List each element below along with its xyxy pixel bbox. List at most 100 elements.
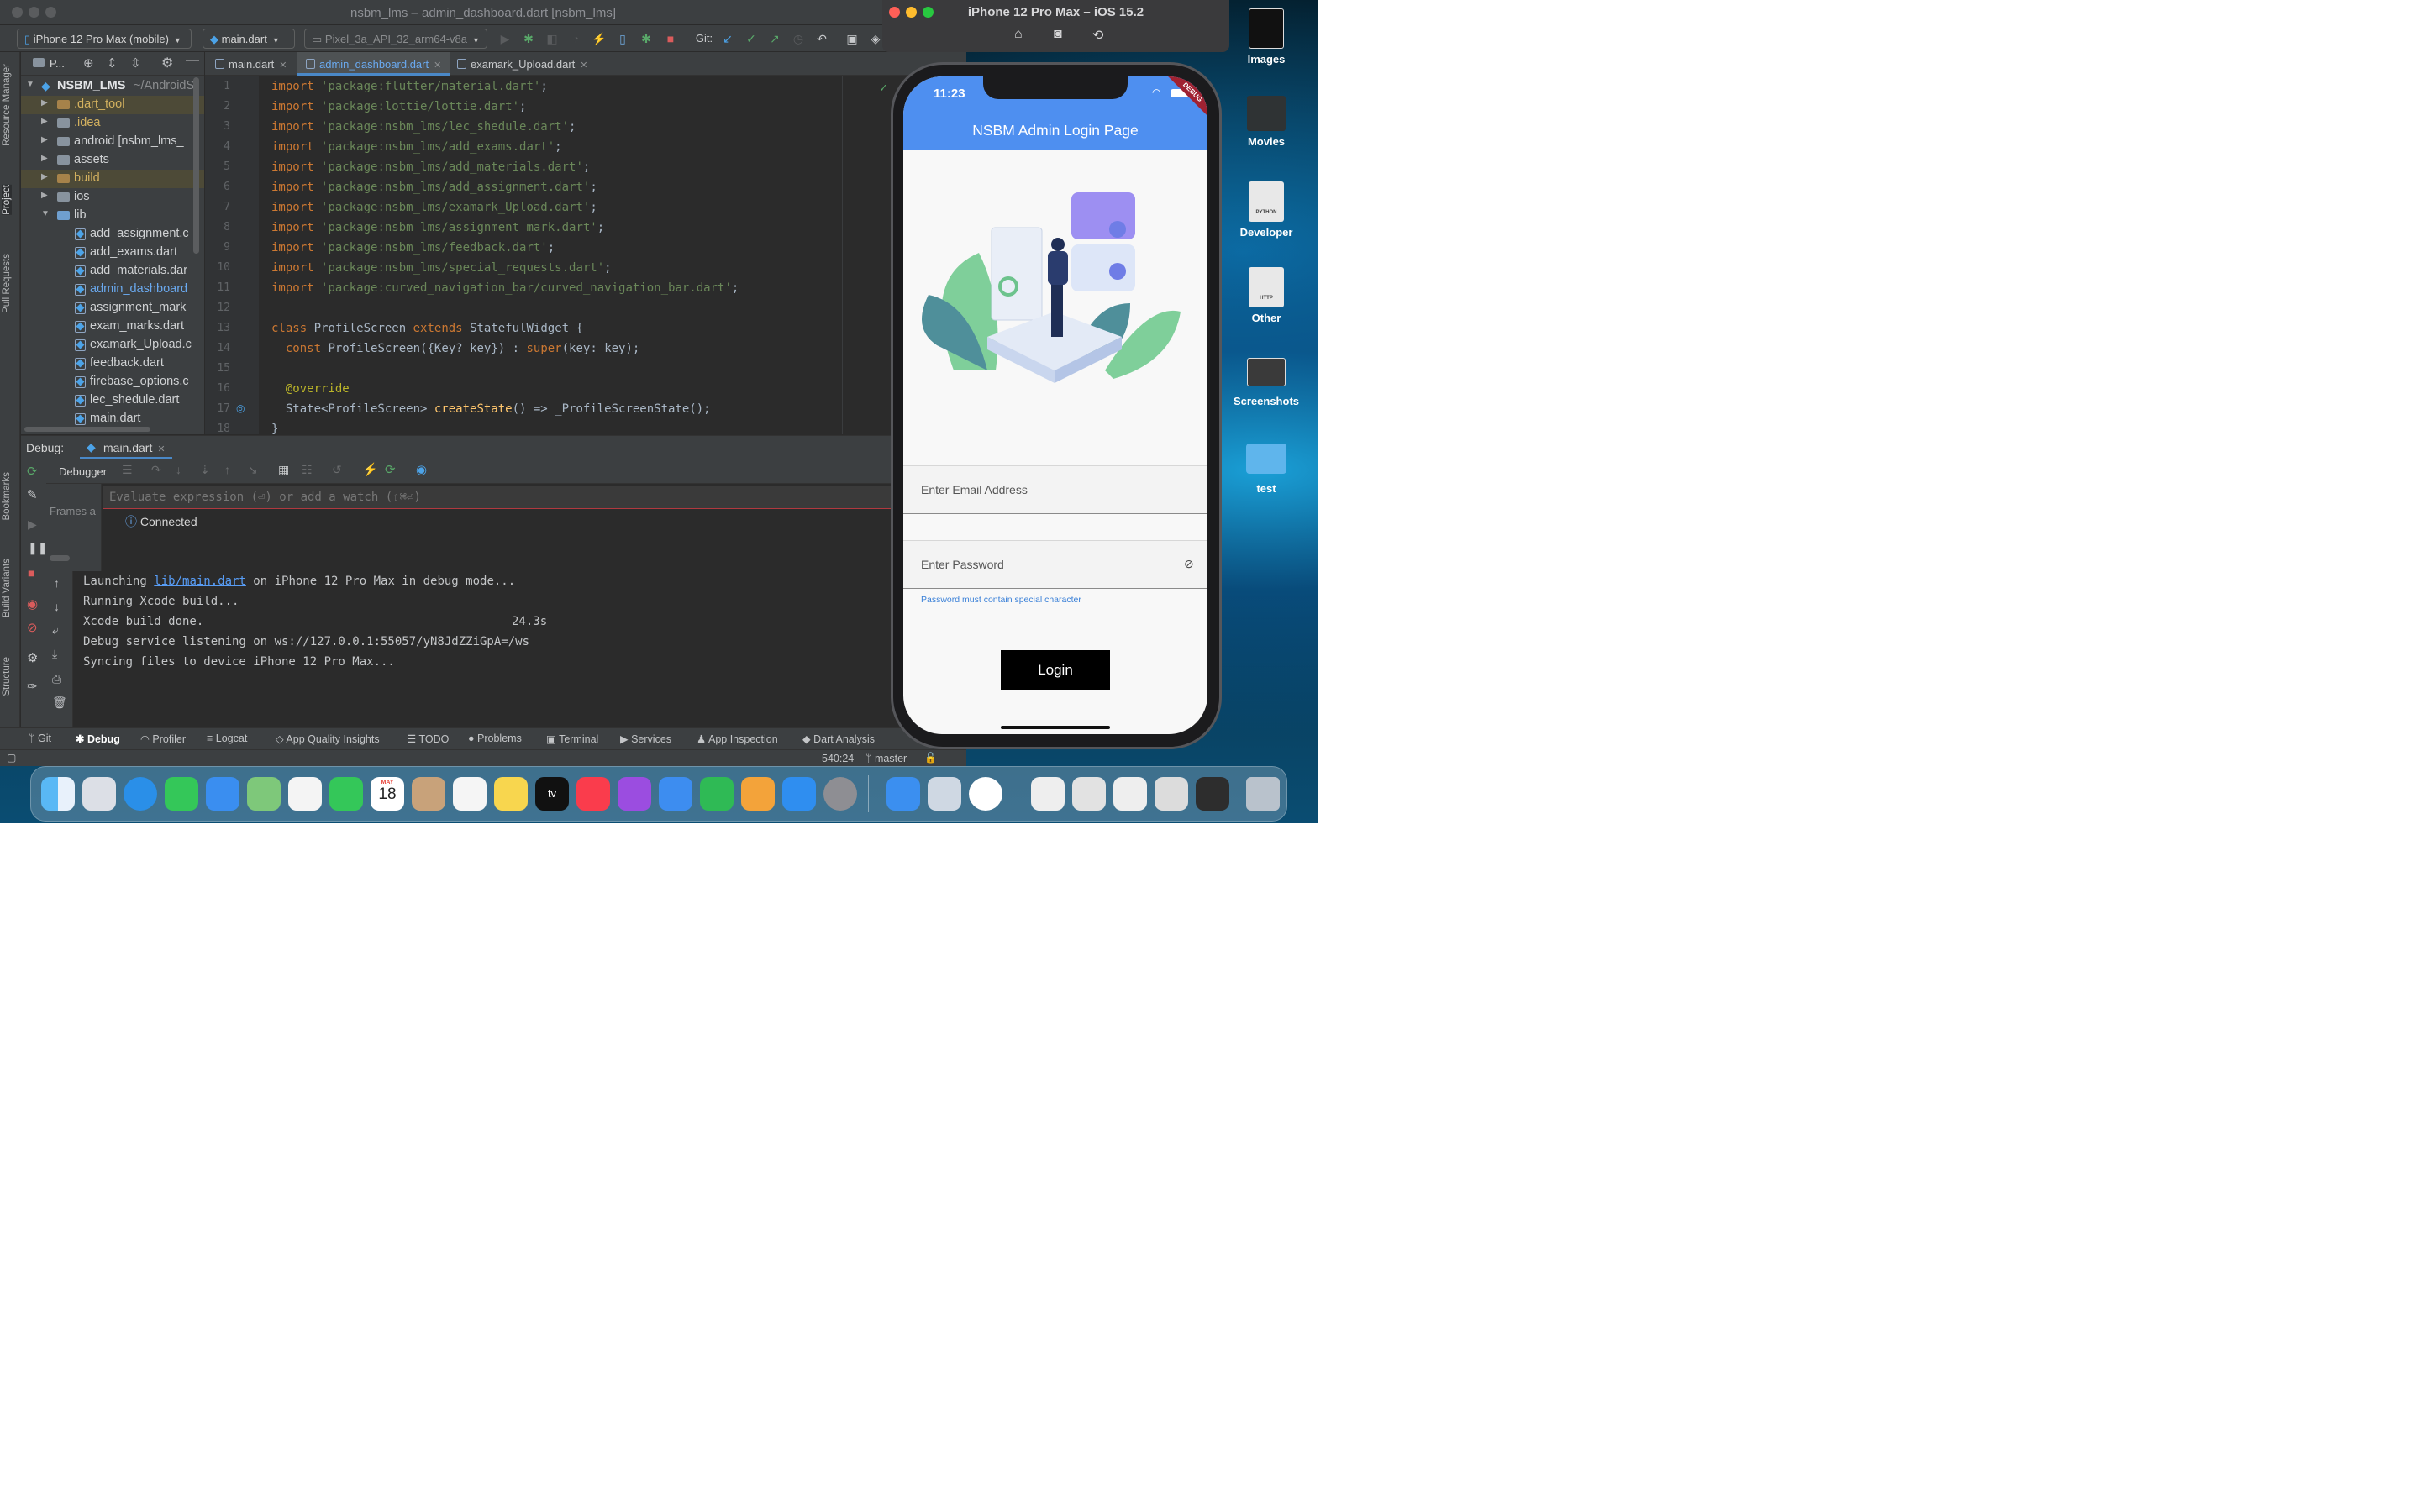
step-over-icon[interactable]: ↷ <box>151 463 161 477</box>
trash-icon[interactable] <box>1246 777 1280 811</box>
home-indicator[interactable] <box>1001 726 1110 729</box>
tool-tab-problems[interactable]: ● Problems <box>468 732 522 744</box>
tab-admin-dashboard[interactable]: admin_dashboard.dart ✕ <box>297 52 450 76</box>
devtools-icon[interactable]: ◉ <box>416 462 427 477</box>
tree-row-assets[interactable]: ▶ assets <box>21 151 204 170</box>
hot-reload-icon[interactable]: ⚡ <box>592 31 607 46</box>
resource-manager-tab[interactable]: Resource Manager <box>2 64 12 146</box>
bookmarks-tab[interactable]: Bookmarks <box>2 472 12 521</box>
messages-icon[interactable] <box>165 777 198 811</box>
tool-tab-app-inspection[interactable]: ♟ App Inspection <box>697 732 778 745</box>
scroll-down-icon[interactable]: ↓ <box>54 600 60 613</box>
close-icon[interactable]: ✕ <box>434 60 441 71</box>
preview-icon[interactable] <box>928 777 961 811</box>
project-scrollbar[interactable] <box>193 77 199 254</box>
tool-tab-terminal[interactable]: ▣ Terminal <box>546 732 598 745</box>
visibility-off-icon[interactable]: ⊘ <box>1184 557 1194 571</box>
trace-icon[interactable]: ☷ <box>302 463 313 477</box>
tool-tab-git[interactable]: ᛘ Git <box>29 732 51 744</box>
tree-row-root[interactable]: ▼ ◆ NSBM_LMS ~/AndroidS <box>21 77 204 96</box>
scroll-up-icon[interactable]: ↑ <box>54 576 60 590</box>
git-update-icon[interactable]: ↙ <box>720 31 735 46</box>
contacts-icon[interactable] <box>412 777 445 811</box>
tree-row-android[interactable]: ▶ android [nsbm_lms_ <box>21 133 204 151</box>
rotate-icon[interactable]: ⟲ <box>1092 27 1103 44</box>
notes-icon[interactable] <box>494 777 528 811</box>
tool-tab-app-quality[interactable]: ◇ App Quality Insights <box>276 732 380 745</box>
debug-attach-icon[interactable]: ✱ <box>639 31 654 46</box>
file-row[interactable]: assignment_mark <box>21 299 204 318</box>
hide-panel-icon[interactable]: — <box>186 53 199 68</box>
desktop-item-images[interactable]: Images <box>1228 8 1304 66</box>
force-step-into-icon[interactable]: ⇣ <box>200 463 210 477</box>
music-icon[interactable] <box>576 777 610 811</box>
reset-frame-icon[interactable]: ↺ <box>332 463 342 477</box>
project-view-selector[interactable]: P... <box>50 57 65 70</box>
numbers-icon[interactable] <box>700 777 734 811</box>
attach-icon[interactable]: ◧ <box>544 31 560 46</box>
gear-icon[interactable]: ⚙ <box>27 650 38 665</box>
debug-bug-icon[interactable]: ✱ <box>521 31 536 46</box>
scroll-to-end-icon[interactable]: ⤓ <box>52 647 57 661</box>
debugger-tab[interactable]: Debugger <box>59 465 107 478</box>
tree-row-idea[interactable]: ▶ .idea <box>21 114 204 133</box>
close-icon[interactable]: ✕ <box>580 60 587 71</box>
crosshair-icon[interactable]: ⊕ <box>83 55 94 71</box>
pages-icon[interactable] <box>741 777 775 811</box>
expand-all-icon[interactable]: ⇕ <box>107 55 118 71</box>
run-icon[interactable]: ▶ <box>497 31 513 46</box>
file-row[interactable]: feedback.dart <box>21 354 204 373</box>
project-tab[interactable]: Project <box>2 185 12 215</box>
close-icon[interactable]: ✕ <box>157 444 165 454</box>
calendar-icon[interactable]: MAY 18 <box>371 777 404 811</box>
structure-tab[interactable]: Structure <box>2 657 12 696</box>
android-studio-icon[interactable] <box>969 777 1002 811</box>
panel-toggle-icon[interactable]: ▢ <box>7 752 16 764</box>
desktop-item-other[interactable]: HTTP Other <box>1228 267 1304 324</box>
podcasts-icon[interactable] <box>618 777 651 811</box>
stop-icon[interactable]: ■ <box>663 31 678 46</box>
stop-icon[interactable]: ■ <box>28 566 34 580</box>
caret-position[interactable]: 540:24 <box>822 753 854 764</box>
recent-document-icon[interactable] <box>1072 777 1106 811</box>
screenshot-icon[interactable]: ◙ <box>1054 27 1062 42</box>
tool-tab-todo[interactable]: ☰ TODO <box>407 732 449 745</box>
layout-icon[interactable]: ☰ <box>122 463 133 477</box>
xcode-icon[interactable] <box>886 777 920 811</box>
sdk-manager-icon[interactable]: ◈ <box>868 31 883 46</box>
system-preferences-icon[interactable] <box>823 777 857 811</box>
pin-icon[interactable]: ✑ <box>27 679 38 694</box>
tool-tab-debug[interactable]: ✱ Debug <box>76 732 120 745</box>
desktop-item-test[interactable]: test <box>1228 444 1304 495</box>
email-field[interactable]: Enter Email Address <box>903 465 1207 514</box>
file-row[interactable]: main.dart <box>21 410 204 428</box>
hot-reload-icon[interactable]: ⚡ <box>362 462 378 477</box>
git-push-icon[interactable]: ↗ <box>767 31 782 46</box>
emulator-selector[interactable]: ▭ Pixel_3a_API_32_arm64-v8a ▼ <box>304 29 487 49</box>
file-row[interactable]: add_assignment.c <box>21 225 204 244</box>
view-breakpoints-icon[interactable]: ◉ <box>27 596 38 612</box>
file-row[interactable]: exam_marks.dart <box>21 318 204 336</box>
maps-icon[interactable] <box>247 777 281 811</box>
tree-row-ios[interactable]: ▶ ios <box>21 188 204 207</box>
desktop-item-developer[interactable]: PYTHON Developer <box>1228 181 1304 239</box>
inspection-ok-icon[interactable]: ✓ <box>879 81 888 95</box>
device-selector[interactable]: ▯ iPhone 12 Pro Max (mobile) ▼ <box>17 29 192 49</box>
trash-icon[interactable]: 🗑 <box>52 696 67 710</box>
lock-icon[interactable]: 🔓 <box>924 752 937 764</box>
file-row[interactable]: examark_Upload.c <box>21 336 204 354</box>
recent-document-icon[interactable] <box>1155 777 1188 811</box>
git-rollback-icon[interactable]: ↶ <box>814 31 829 46</box>
file-row-selected[interactable]: admin_dashboard <box>21 281 204 299</box>
profile-icon[interactable]: ◔ <box>568 31 583 46</box>
git-branch-widget[interactable]: ᛘ master <box>865 753 907 764</box>
git-history-icon[interactable]: ◷ <box>791 31 806 46</box>
tab-examark-upload[interactable]: examark_Upload.dart ✕ <box>449 52 597 76</box>
home-icon[interactable]: ⌂ <box>1014 27 1023 42</box>
tool-tab-services[interactable]: ▶ Services <box>620 732 671 745</box>
desktop-item-movies[interactable]: Movies <box>1228 96 1304 148</box>
login-button[interactable]: Login <box>1001 650 1110 690</box>
build-variants-tab[interactable]: Build Variants <box>2 559 12 617</box>
soft-wrap-icon[interactable]: ⤶ <box>52 623 59 638</box>
app-store-icon[interactable] <box>782 777 816 811</box>
